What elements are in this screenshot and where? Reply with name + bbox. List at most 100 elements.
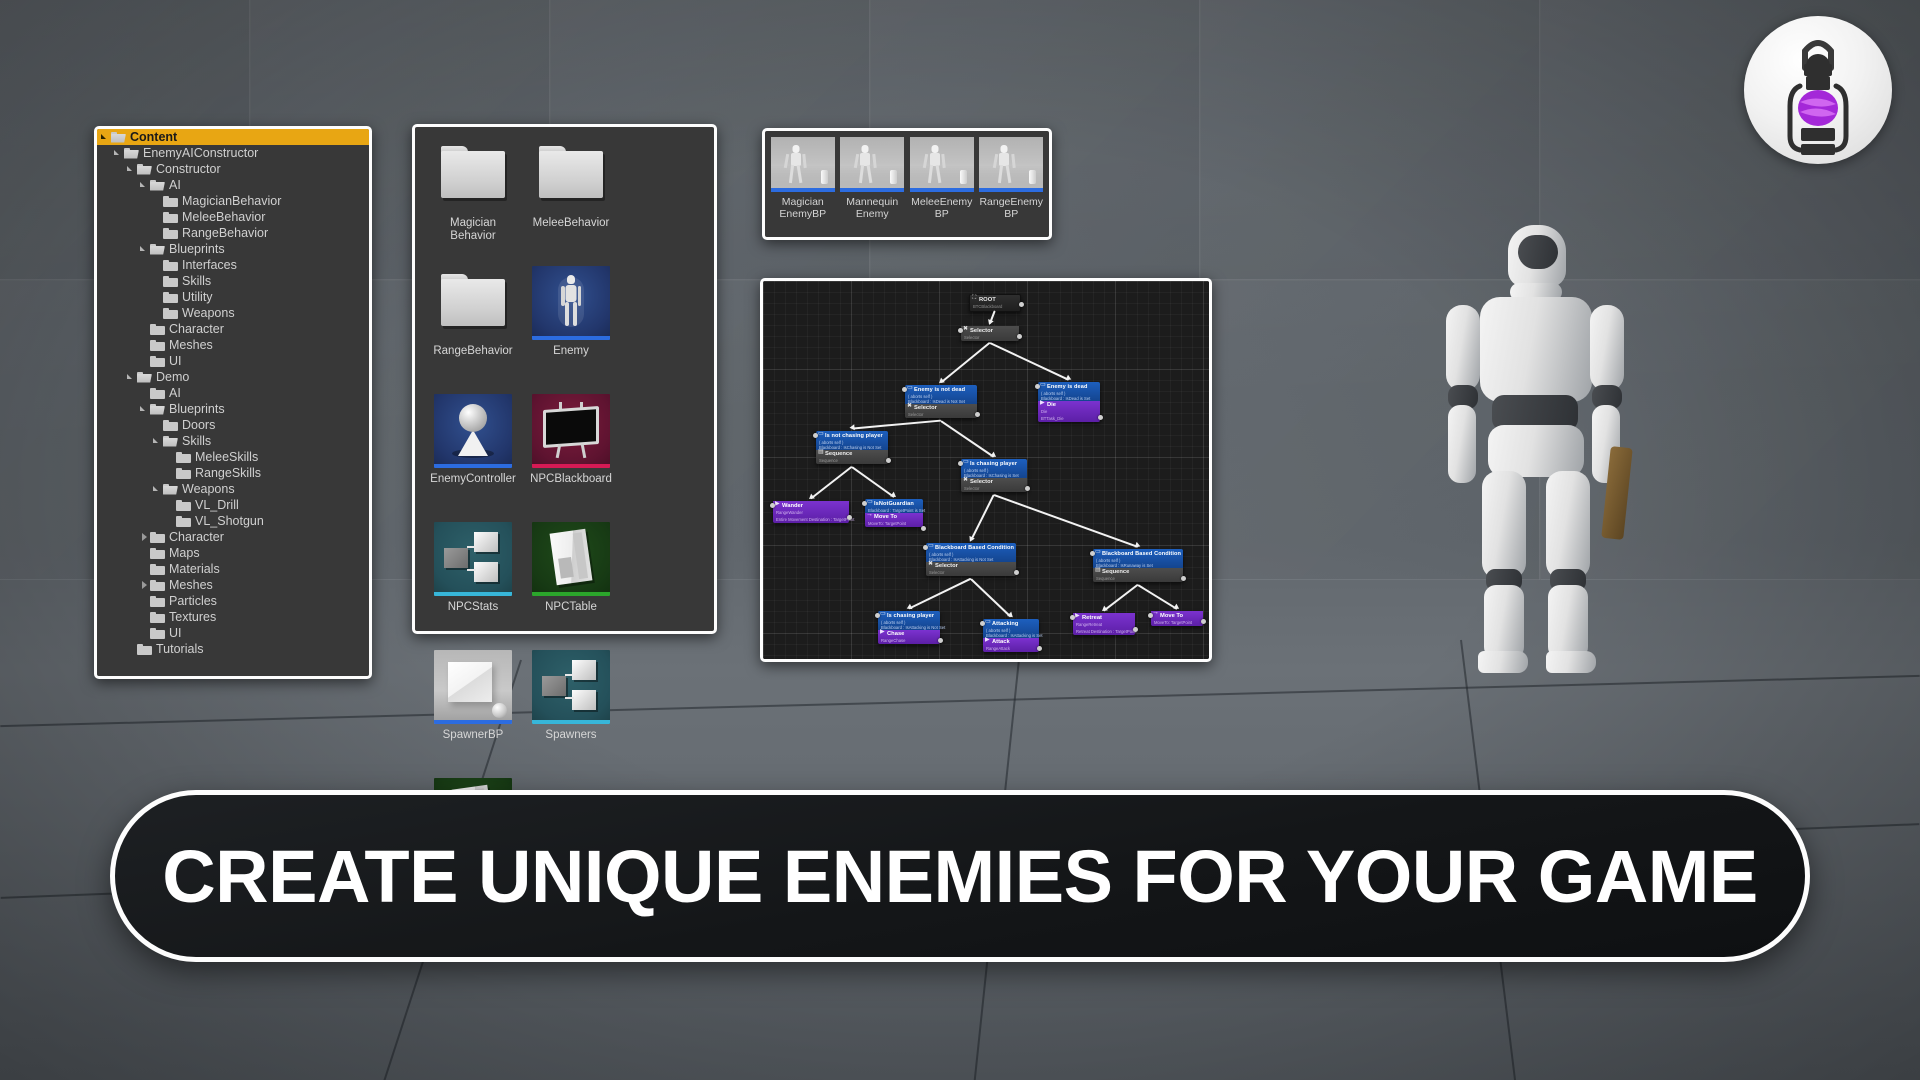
tree-item-magicianbehavior[interactable]: MagicianBehavior bbox=[97, 193, 369, 209]
mannequin-thumbnail[interactable] bbox=[770, 137, 835, 192]
bt-node-input-pin[interactable] bbox=[1070, 615, 1075, 620]
bt-node-input-pin[interactable] bbox=[902, 387, 907, 392]
blueprint-asset-row[interactable]: Magician EnemyBP Mannequin Enemy MeleeEnemy B… bbox=[770, 137, 1044, 220]
chevron-down-icon[interactable] bbox=[140, 404, 150, 414]
bt-node-root[interactable]: ROOTBTCBlackboard bbox=[969, 294, 1024, 312]
mannequin-thumbnail[interactable] bbox=[840, 137, 905, 192]
tree-item-demo[interactable]: Demo bbox=[97, 369, 369, 385]
bt-node-output-pin[interactable] bbox=[886, 458, 891, 463]
bt-node-attack[interactable]: Attacking( aborts self )Blackboard : IsA… bbox=[980, 619, 1043, 652]
folder-tree[interactable]: Content EnemyAIConstructor Constructor AI Ma… bbox=[97, 129, 369, 657]
tree-item-vl-drill[interactable]: VL_Drill bbox=[97, 497, 369, 513]
tree-item-ai[interactable]: AI bbox=[97, 385, 369, 401]
bt-decorator[interactable]: Is not chasing player( aborts self )Blac… bbox=[816, 431, 888, 450]
datatable-icon[interactable] bbox=[532, 522, 610, 596]
blueprint-asset-tile[interactable]: RangeEnemy BP bbox=[979, 137, 1045, 220]
bt-node-input-pin[interactable] bbox=[958, 328, 963, 333]
struct-icon[interactable] bbox=[532, 650, 610, 724]
bt-node-output-pin[interactable] bbox=[1201, 619, 1206, 624]
bt-node-output-pin[interactable] bbox=[1017, 334, 1022, 339]
bt-node-input-pin[interactable] bbox=[1035, 384, 1040, 389]
chevron-down-icon[interactable] bbox=[114, 148, 124, 158]
bt-node-input-pin[interactable] bbox=[862, 501, 867, 506]
asset-tile[interactable]: SpawnerBP bbox=[425, 650, 521, 770]
tree-item-textures[interactable]: Textures bbox=[97, 609, 369, 625]
tree-item-skills[interactable]: Skills bbox=[97, 273, 369, 289]
bt-composite-node[interactable]: SequenceSequence bbox=[1093, 567, 1183, 582]
bt-task-node[interactable]: DieDieBTTask_Die bbox=[1038, 400, 1100, 422]
tree-item-skills[interactable]: Skills bbox=[97, 433, 369, 449]
bt-composite-node[interactable]: SelectorSelector bbox=[926, 561, 1016, 576]
tree-item-meleebehavior[interactable]: MeleeBehavior bbox=[97, 209, 369, 225]
bt-decorator[interactable]: Attacking( aborts self )Blackboard : IsA… bbox=[983, 619, 1043, 638]
bt-node-moveto2[interactable]: Move ToMoveTo: TargetPoint bbox=[1148, 610, 1206, 626]
tree-item-doors[interactable]: Doors bbox=[97, 417, 369, 433]
tree-item-character[interactable]: Character bbox=[97, 321, 369, 337]
bt-node-bbc1[interactable]: Blackboard Based Condition( aborts self … bbox=[923, 543, 1019, 576]
bt-node-sel0[interactable]: SelectorSelector bbox=[958, 326, 1022, 341]
bt-node-output-pin[interactable] bbox=[1098, 415, 1103, 420]
bt-composite-node[interactable]: SelectorSelector bbox=[905, 403, 977, 418]
bt-root-node[interactable]: ROOTBTCBlackboard bbox=[969, 294, 1021, 312]
tree-item-content[interactable]: Content bbox=[97, 129, 369, 145]
behavior-tree-graph-panel[interactable]: ROOTBTCBlackboardSelectorSelectorEnemy i… bbox=[760, 278, 1212, 662]
asset-tile[interactable]: NPCBlackboard bbox=[523, 394, 619, 514]
tree-item-meshes[interactable]: Meshes bbox=[97, 337, 369, 353]
tree-item-character[interactable]: Character bbox=[97, 529, 369, 545]
bt-node-output-pin[interactable] bbox=[1025, 486, 1030, 491]
tree-item-blueprints[interactable]: Blueprints bbox=[97, 241, 369, 257]
chevron-down-icon[interactable] bbox=[127, 372, 137, 382]
bt-node-guardian[interactable]: IsNotGuardianBlackboard : TargetPoint is… bbox=[862, 499, 926, 531]
bt-node-chasing2[interactable]: Is chasing player( aborts self )Blackboa… bbox=[875, 611, 945, 644]
asset-tile[interactable]: NPCTable bbox=[523, 522, 619, 642]
bt-node-output-pin[interactable] bbox=[921, 526, 926, 531]
chevron-down-icon[interactable] bbox=[153, 484, 163, 494]
chevron-down-icon[interactable] bbox=[101, 132, 111, 142]
bt-node-output-pin[interactable] bbox=[975, 412, 980, 417]
blueprint-row-panel[interactable]: Magician EnemyBP Mannequin Enemy MeleeEnemy B… bbox=[762, 128, 1052, 240]
content-browser-tree-panel[interactable]: Content EnemyAIConstructor Constructor AI Ma… bbox=[94, 126, 372, 679]
bt-task-node[interactable]: ChaseRangeChase bbox=[878, 629, 940, 644]
tree-item-rangeskills[interactable]: RangeSkills bbox=[97, 465, 369, 481]
chevron-down-icon[interactable] bbox=[127, 164, 137, 174]
bt-node-output-pin[interactable] bbox=[1037, 646, 1042, 651]
tree-item-maps[interactable]: Maps bbox=[97, 545, 369, 561]
bt-composite-node[interactable]: SelectorSelector bbox=[961, 477, 1027, 492]
tree-item-blueprints[interactable]: Blueprints bbox=[97, 401, 369, 417]
bt-node-chase[interactable]: Is chasing player( aborts self )Blackboa… bbox=[958, 459, 1030, 492]
chevron-down-icon[interactable] bbox=[140, 244, 150, 254]
bt-node-output-pin[interactable] bbox=[847, 515, 852, 520]
chevron-right-icon[interactable] bbox=[140, 532, 150, 542]
bt-node-input-pin[interactable] bbox=[1148, 613, 1153, 618]
blackboard-icon[interactable] bbox=[532, 394, 610, 468]
tree-item-weapons[interactable]: Weapons bbox=[97, 481, 369, 497]
tree-item-vl-shotgun[interactable]: VL_Shotgun bbox=[97, 513, 369, 529]
tree-item-ai[interactable]: AI bbox=[97, 177, 369, 193]
bt-node-input-pin[interactable] bbox=[958, 461, 963, 466]
asset-tile[interactable]: Enemy bbox=[523, 266, 619, 386]
asset-tile[interactable]: EnemyController bbox=[425, 394, 521, 514]
bt-node-output-pin[interactable] bbox=[1014, 570, 1019, 575]
bt-decorator[interactable]: Enemy is not dead( aborts self )Blackboa… bbox=[905, 385, 977, 404]
asset-tile[interactable]: Magician Behavior bbox=[425, 138, 521, 258]
behavior-tree-canvas[interactable]: ROOTBTCBlackboardSelectorSelectorEnemy i… bbox=[763, 281, 1209, 659]
bt-task-node[interactable]: AttackRangeAttack bbox=[983, 637, 1039, 652]
bt-task-node[interactable]: Move ToMoveTo: TargetPoint bbox=[1151, 610, 1203, 626]
mannequin-thumbnail[interactable] bbox=[909, 137, 974, 192]
bt-node-retreat[interactable]: RetreatRangeRetreatRetreat Destination :… bbox=[1070, 613, 1138, 635]
bt-node-wander[interactable]: WanderRangeWanderEntire Movement Destina… bbox=[770, 501, 854, 523]
tree-item-rangebehavior[interactable]: RangeBehavior bbox=[97, 225, 369, 241]
bt-node-output-pin[interactable] bbox=[1181, 576, 1186, 581]
character-icon[interactable] bbox=[532, 266, 610, 340]
asset-grid-panel[interactable]: Magician Behavior MeleeBehavior RangeBehavi… bbox=[412, 124, 717, 869]
tree-item-enemyaiconstructor[interactable]: EnemyAIConstructor bbox=[97, 145, 369, 161]
bt-node-bbc2[interactable]: Blackboard Based Condition( aborts self … bbox=[1090, 549, 1186, 582]
bt-composite-node[interactable]: SelectorSelector bbox=[961, 326, 1019, 341]
bt-decorator[interactable]: Blackboard Based Condition( aborts self … bbox=[926, 543, 1016, 562]
tree-item-tutorials[interactable]: Tutorials bbox=[97, 641, 369, 657]
asset-tile[interactable]: MeleeBehavior bbox=[523, 138, 619, 258]
bt-node-input-pin[interactable] bbox=[980, 621, 985, 626]
bt-node-notdead[interactable]: Enemy is not dead( aborts self )Blackboa… bbox=[902, 385, 980, 418]
bt-node-input-pin[interactable] bbox=[1090, 551, 1095, 556]
chevron-right-icon[interactable] bbox=[140, 580, 150, 590]
